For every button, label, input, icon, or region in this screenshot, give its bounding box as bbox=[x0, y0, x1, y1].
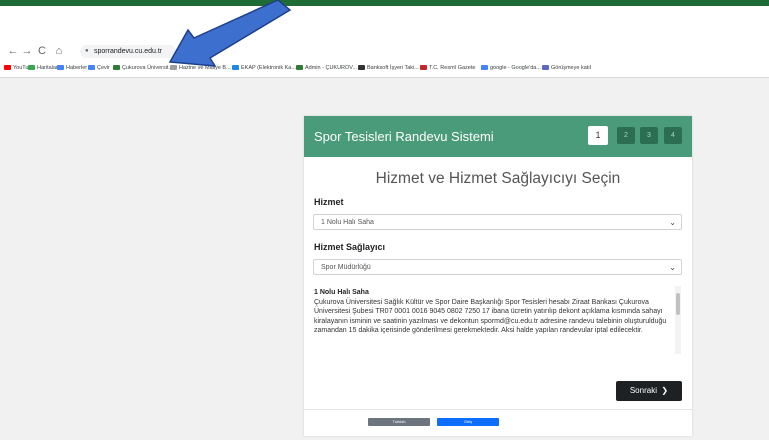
divider bbox=[304, 409, 692, 410]
card-title: Spor Tesisleri Randevu Sistemi bbox=[314, 129, 494, 144]
reload-icon[interactable]: C bbox=[35, 44, 49, 58]
info-text: Çukurova Üniversitesi Sağlık Kültür ve S… bbox=[314, 298, 667, 335]
chevron-right-icon: ❯ bbox=[659, 386, 669, 395]
bookmark-label: Haritalar bbox=[37, 65, 58, 71]
bookmark-label: Haberler bbox=[66, 65, 88, 71]
bookmark-item[interactable]: Admin - ÇUKUROV... bbox=[296, 62, 357, 74]
service-select[interactable]: 1 Nolu Halı Saha ⌄ bbox=[313, 214, 682, 230]
browser-chrome: ← → C ⌂ ● sporrandevu.cu.edu.tr YouTube H… bbox=[0, 42, 769, 78]
blank-area bbox=[0, 6, 769, 42]
language-turkish-label: Turkish bbox=[392, 419, 406, 424]
step-2[interactable]: 2 bbox=[617, 127, 635, 144]
bookmark-icon bbox=[358, 65, 365, 71]
next-button-label: Sonraki bbox=[629, 386, 657, 395]
bookmark-icon bbox=[4, 65, 11, 71]
bookmarks-bar: YouTube Haritalar Haberler Çevir Çukurova Ün… bbox=[0, 62, 769, 74]
bookmark-icon bbox=[88, 65, 95, 71]
login-button[interactable]: Giriş bbox=[437, 418, 499, 426]
bookmark-label: T.C. Resmî Gazete bbox=[429, 65, 476, 71]
bookmark-item[interactable]: google - Google'da... bbox=[481, 62, 541, 74]
bookmark-icon bbox=[542, 65, 549, 71]
info-scrollbar[interactable] bbox=[675, 286, 681, 354]
service-info: 1 Nolu Halı Saha Çukurova Üniversitesi S… bbox=[314, 288, 680, 353]
service-label: Hizmet bbox=[314, 197, 344, 207]
service-value: 1 Nolu Halı Saha bbox=[321, 219, 374, 226]
bookmark-item[interactable]: T.C. Resmî Gazete bbox=[420, 62, 475, 74]
bookmark-item[interactable]: Çevir bbox=[88, 62, 110, 74]
bookmark-label: Admin - ÇUKUROV... bbox=[305, 65, 358, 71]
bookmark-label: Görüşmeye katıl bbox=[551, 65, 592, 71]
chevron-down-icon: ⌄ bbox=[669, 218, 676, 227]
provider-select[interactable]: Spor Müdürlüğü ⌄ bbox=[313, 259, 682, 275]
step-1[interactable]: 1 bbox=[588, 126, 608, 145]
step-3[interactable]: 3 bbox=[640, 127, 658, 144]
home-icon[interactable]: ⌂ bbox=[52, 44, 66, 58]
chevron-down-icon: ⌄ bbox=[669, 263, 676, 272]
bookmark-icon bbox=[481, 65, 488, 71]
bookmark-icon bbox=[57, 65, 64, 71]
bookmark-icon bbox=[113, 65, 120, 71]
provider-label: Hizmet Sağlayıcı bbox=[314, 242, 386, 252]
forward-icon[interactable]: → bbox=[20, 44, 34, 58]
back-icon[interactable]: ← bbox=[6, 44, 20, 58]
provider-value: Spor Müdürlüğü bbox=[321, 264, 371, 271]
card-header: Spor Tesisleri Randevu Sistemi 1 2 3 4 bbox=[304, 116, 692, 157]
nav-row: ← → C ⌂ ● sporrandevu.cu.edu.tr bbox=[0, 44, 769, 60]
bookmark-item[interactable]: Banksoft İşyeri Taki... bbox=[358, 62, 419, 74]
bookmark-label: Çevir bbox=[97, 65, 110, 71]
bookmark-label: Banksoft İşyeri Taki... bbox=[367, 65, 419, 71]
next-button[interactable]: Sonraki ❯ bbox=[616, 381, 682, 401]
info-title: 1 Nolu Halı Saha bbox=[314, 289, 369, 296]
lock-icon: ● bbox=[85, 48, 89, 54]
bookmark-icon bbox=[28, 65, 35, 71]
appointment-card: Spor Tesisleri Randevu Sistemi 1 2 3 4 H… bbox=[304, 116, 692, 436]
language-turkish-button[interactable]: Turkish bbox=[368, 418, 430, 426]
step-4[interactable]: 4 bbox=[664, 127, 682, 144]
scrollbar-thumb[interactable] bbox=[676, 293, 680, 315]
blue-arrow-annotation bbox=[168, 0, 292, 67]
login-button-label: Giriş bbox=[463, 419, 473, 424]
card-subtitle: Hizmet ve Hizmet Sağlayıcıyı Seçin bbox=[375, 170, 621, 187]
bookmark-label: google - Google'da... bbox=[490, 65, 541, 71]
bookmark-icon bbox=[420, 65, 427, 71]
bookmark-item[interactable]: Haritalar bbox=[28, 62, 58, 74]
bookmark-item[interactable]: Görüşmeye katıl bbox=[542, 62, 591, 74]
bookmark-item[interactable]: Haberler bbox=[57, 62, 87, 74]
